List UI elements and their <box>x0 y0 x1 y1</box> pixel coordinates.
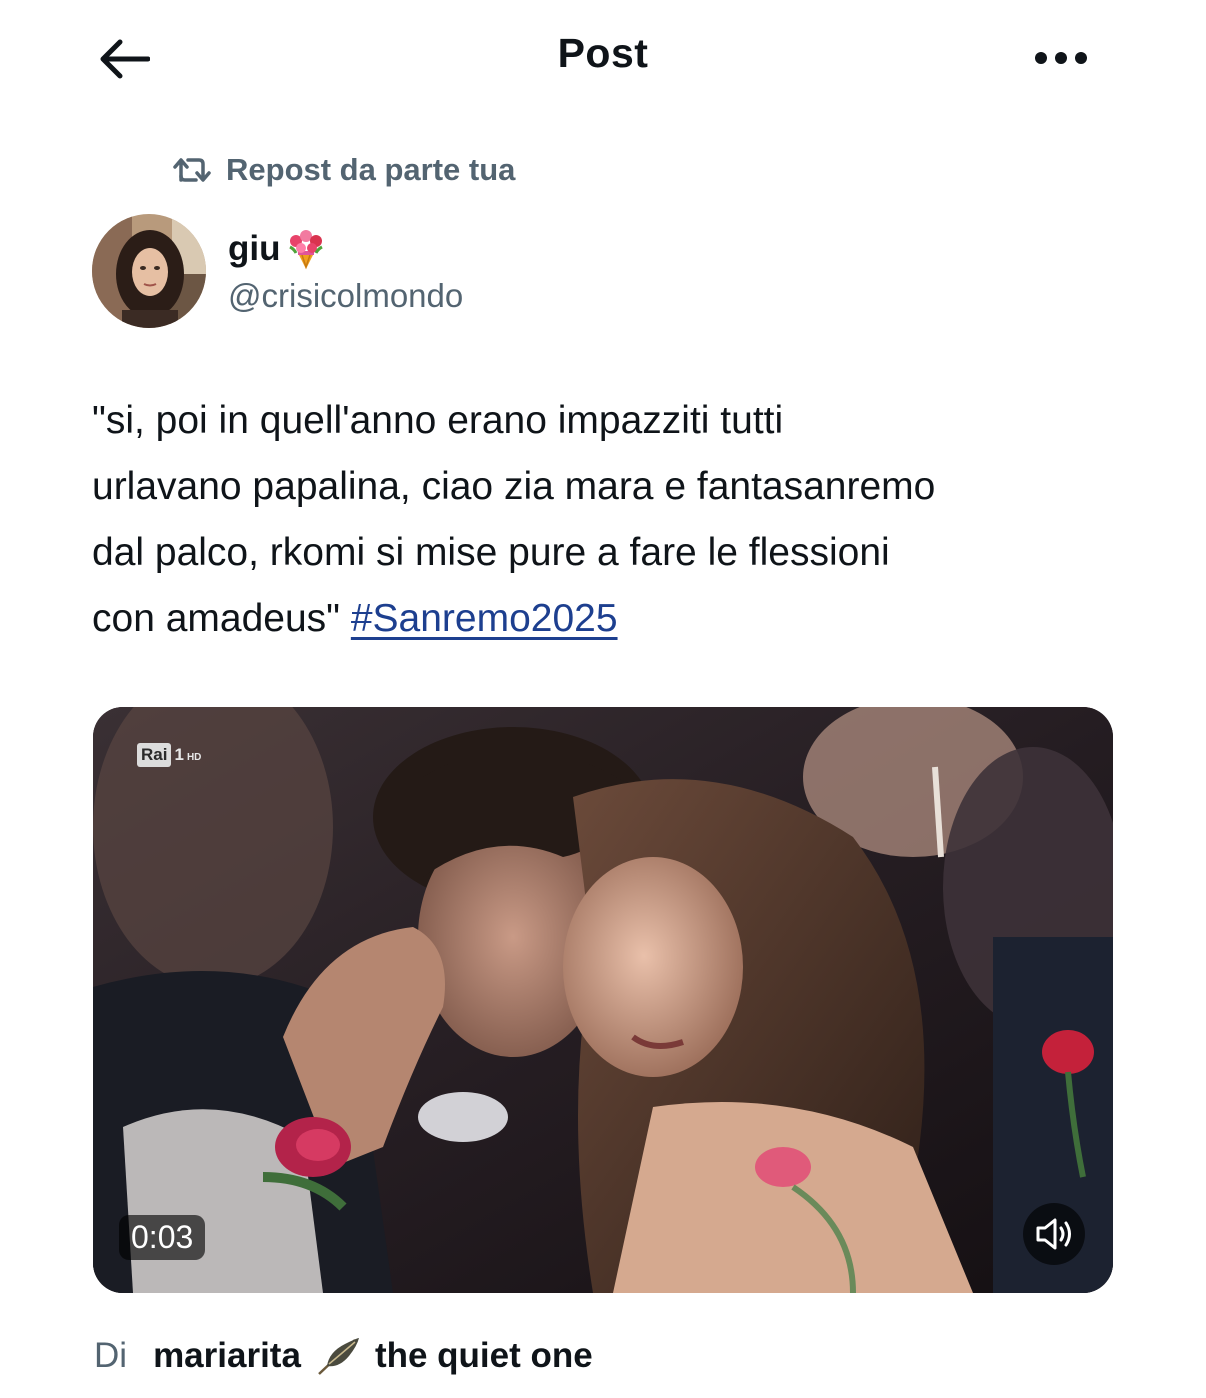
attribution-prefix: Di <box>94 1336 128 1375</box>
tweet-line-3: dal palco, rkomi si mise pure a fare le … <box>92 531 890 574</box>
avatar-image <box>92 214 206 328</box>
display-name[interactable]: giu <box>228 229 280 269</box>
tweet-text: "si, poi in quell'anno erano impazziti t… <box>92 388 1112 652</box>
attribution-name-suffix[interactable]: the quiet one <box>375 1336 593 1376</box>
avatar[interactable] <box>92 214 206 328</box>
more-horizontal-icon <box>1035 52 1087 64</box>
page-title: Post <box>557 30 649 76</box>
channel-logo: Rai 1 HD <box>137 743 201 767</box>
channel-number: 1 <box>174 745 184 764</box>
post-page: Post Repost da parte tua giu @crisicolmo… <box>0 0 1206 1398</box>
feather-icon <box>315 1336 361 1376</box>
video-timestamp: 0:03 <box>119 1215 206 1260</box>
video-frame <box>93 707 1113 1293</box>
hashtag-link[interactable]: #Sanremo2025 <box>351 597 618 640</box>
bouquet-icon <box>289 230 324 270</box>
author-block: giu @crisicolmondo <box>92 212 463 330</box>
channel-hd: HD <box>186 751 202 763</box>
author-names: giu @crisicolmondo <box>228 227 463 315</box>
more-options-button[interactable] <box>1030 36 1092 80</box>
speaker-muted-icon <box>1036 1218 1071 1250</box>
repost-label: Repost da parte tua <box>226 152 516 187</box>
tweet-line-1: "si, poi in quell'anno erano impazziti t… <box>92 399 784 442</box>
tweet-line-2: urlavano papalina, ciao zia mara e fanta… <box>92 465 936 508</box>
author-handle[interactable]: @crisicolmondo <box>228 277 463 315</box>
video-player[interactable]: Rai 1 HD 0:03 <box>93 707 1113 1293</box>
display-name-row: giu <box>228 227 463 271</box>
tweet-line-4: con amadeus" #Sanremo2025 <box>92 586 1112 652</box>
channel-logo-text: Rai <box>137 743 172 767</box>
video-attribution: Di mariarita the quiet one <box>94 1330 593 1382</box>
top-bar: Post <box>0 0 1206 120</box>
mute-button[interactable] <box>1023 1203 1085 1265</box>
repost-indicator: Repost da parte tua <box>172 150 515 190</box>
attribution-name[interactable]: mariarita <box>153 1336 301 1376</box>
tweet-line-4-text: con amadeus" <box>92 597 351 640</box>
repost-icon <box>173 158 211 182</box>
